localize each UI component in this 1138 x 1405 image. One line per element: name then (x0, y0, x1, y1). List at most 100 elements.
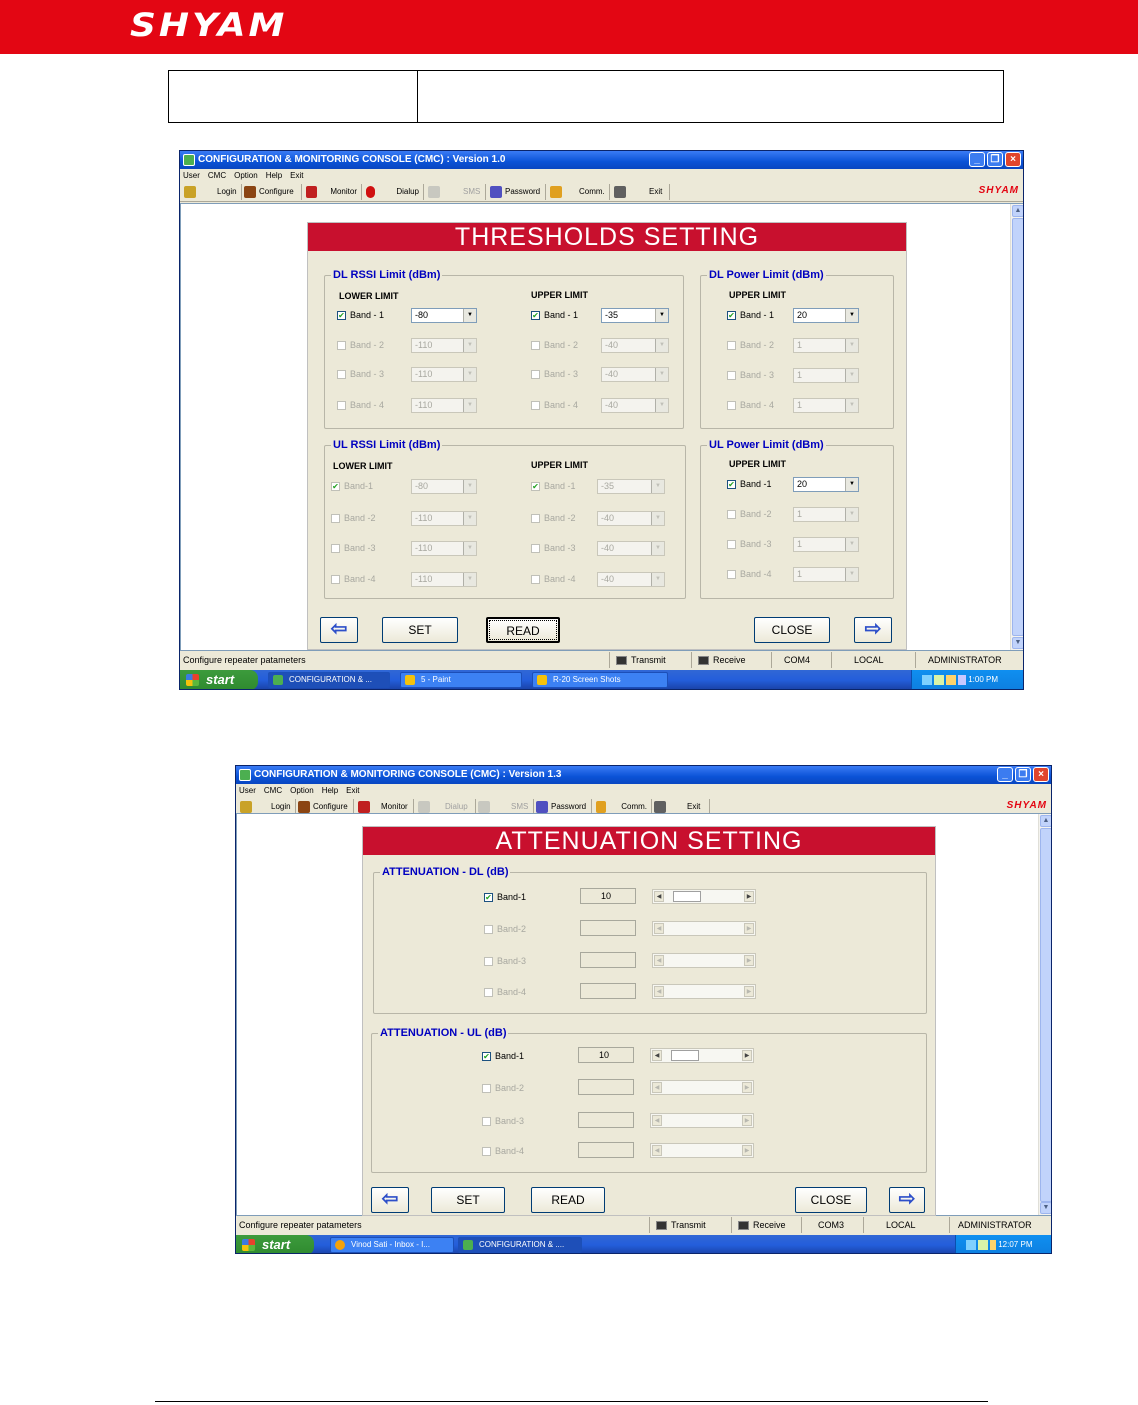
close-button[interactable]: CLOSE (754, 617, 830, 643)
chevron-down-icon[interactable]: ▼ (651, 542, 664, 555)
value-dropdown[interactable]: -35 ▼ (601, 308, 669, 323)
toolbar-login-button[interactable]: Login (184, 184, 242, 200)
chevron-down-icon[interactable]: ▼ (463, 399, 476, 412)
chevron-right-icon[interactable]: ▶ (742, 1115, 752, 1126)
value-dropdown[interactable]: -110 ▼ (411, 367, 477, 382)
scroll-thumb[interactable] (1012, 218, 1023, 636)
chevron-left-icon[interactable]: ◀ (654, 891, 664, 902)
value-dropdown[interactable]: -40 ▼ (597, 511, 665, 526)
chevron-right-icon[interactable]: ▶ (742, 1050, 752, 1061)
band-checkbox[interactable]: Band -3 (727, 539, 772, 549)
checkbox-box[interactable] (482, 1116, 491, 1126)
chevron-down-icon[interactable]: ▼ (651, 480, 664, 493)
toolbar-comm-button[interactable]: Comm. (550, 184, 610, 200)
back-arrow-button[interactable]: ⇦ (371, 1187, 409, 1213)
checkbox-box[interactable]: ✔ (484, 892, 493, 902)
toolbar-configure-button[interactable]: Configure (244, 184, 302, 200)
value-dropdown[interactable]: -40 ▼ (597, 541, 665, 556)
restore-button[interactable]: ❐ (987, 152, 1003, 167)
checkbox-box[interactable]: ✔ (482, 1051, 491, 1061)
taskbar-item[interactable]: CONFIGURATION & .... (458, 1237, 582, 1253)
band-checkbox[interactable]: Band - 2 (727, 340, 774, 350)
checkbox-box[interactable]: ✔ (331, 481, 340, 491)
checkbox-box[interactable] (337, 369, 346, 379)
next-arrow-button[interactable]: ⇨ (854, 617, 892, 643)
chevron-right-icon[interactable]: ▶ (744, 955, 754, 966)
chevron-left-icon[interactable]: ◀ (652, 1115, 662, 1126)
menu-cmc[interactable]: CMC (208, 169, 226, 182)
toolbar-password-button[interactable]: Password (490, 184, 546, 200)
chevron-left-icon[interactable]: ◀ (652, 1145, 662, 1156)
value-dropdown[interactable]: 1 ▼ (793, 398, 859, 413)
chevron-down-icon[interactable]: ▼ (655, 339, 668, 352)
band-checkbox[interactable]: Band-3 (482, 1116, 524, 1126)
band-checkbox[interactable]: Band -4 (727, 569, 772, 579)
checkbox-box[interactable] (337, 340, 346, 350)
attenuation-slider[interactable]: ◀ ▶ (652, 921, 756, 936)
band-checkbox[interactable]: Band - 4 (337, 400, 384, 410)
value-dropdown[interactable]: 1 ▼ (793, 338, 859, 353)
value-dropdown[interactable]: -110 ▼ (411, 338, 477, 353)
checkbox-box[interactable]: ✔ (531, 310, 540, 320)
band-checkbox[interactable]: ✔ Band -1 (531, 481, 576, 491)
band-checkbox[interactable]: Band -2 (727, 509, 772, 519)
set-button[interactable]: SET (431, 1187, 505, 1213)
chevron-down-icon[interactable]: ▼ (845, 508, 858, 521)
menu-exit[interactable]: Exit (290, 169, 303, 182)
band-checkbox[interactable]: Band-2 (484, 924, 526, 934)
band-checkbox[interactable]: ✔ Band -1 (727, 479, 772, 489)
close-window-button[interactable]: × (1033, 767, 1049, 782)
checkbox-box[interactable] (531, 340, 540, 350)
scroll-up-arrow[interactable]: ▲ (1012, 205, 1023, 217)
band-checkbox[interactable]: ✔ Band-1 (484, 892, 526, 902)
chevron-down-icon[interactable]: ▼ (845, 339, 858, 352)
value-dropdown[interactable]: -80 ▼ (411, 308, 477, 323)
checkbox-box[interactable]: ✔ (337, 310, 346, 320)
scroll-down-arrow[interactable]: ▼ (1012, 637, 1023, 649)
band-checkbox[interactable]: Band - 4 (727, 400, 774, 410)
value-dropdown[interactable]: 1 ▼ (793, 368, 859, 383)
chevron-right-icon[interactable]: ▶ (744, 891, 754, 902)
taskbar-item[interactable]: Vinod Sati - Inbox - I... (330, 1237, 454, 1253)
chevron-down-icon[interactable]: ▼ (463, 573, 476, 586)
band-checkbox[interactable]: Band-3 (484, 956, 526, 966)
chevron-down-icon[interactable]: ▼ (463, 542, 476, 555)
checkbox-box[interactable]: ✔ (727, 479, 736, 489)
chevron-right-icon[interactable]: ▶ (744, 986, 754, 997)
band-checkbox[interactable]: Band -2 (331, 513, 376, 523)
value-dropdown[interactable]: -35 ▼ (597, 479, 665, 494)
attenuation-slider[interactable]: ◀ ▶ (652, 953, 756, 968)
value-dropdown[interactable]: 1 ▼ (793, 507, 859, 522)
checkbox-box[interactable] (337, 400, 346, 410)
band-checkbox[interactable]: Band - 3 (337, 369, 384, 379)
menu-option[interactable]: Option (290, 784, 314, 797)
checkbox-box[interactable] (482, 1083, 491, 1093)
checkbox-box[interactable] (482, 1146, 491, 1156)
chevron-left-icon[interactable]: ◀ (654, 955, 664, 966)
checkbox-box[interactable] (331, 574, 340, 584)
taskbar-item[interactable]: 5 - Paint (400, 672, 522, 688)
chevron-down-icon[interactable]: ▼ (845, 478, 858, 491)
read-button[interactable]: READ (531, 1187, 605, 1213)
attenuation-slider[interactable]: ◀ ▶ (650, 1048, 754, 1063)
chevron-right-icon[interactable]: ▶ (742, 1145, 752, 1156)
back-arrow-button[interactable]: ⇦ (320, 617, 358, 643)
menu-help[interactable]: Help (322, 784, 338, 797)
checkbox-box[interactable] (531, 543, 540, 553)
minimize-button[interactable]: _ (969, 152, 985, 167)
attenuation-slider[interactable]: ◀ ▶ (652, 984, 756, 999)
value-dropdown[interactable]: 1 ▼ (793, 537, 859, 552)
attenuation-slider[interactable]: ◀ ▶ (650, 1113, 754, 1128)
band-checkbox[interactable]: Band -3 (531, 543, 576, 553)
value-dropdown[interactable]: -110 ▼ (411, 511, 477, 526)
band-checkbox[interactable]: Band -2 (531, 513, 576, 523)
value-dropdown[interactable]: -80 ▼ (411, 479, 477, 494)
band-checkbox[interactable]: ✔ Band - 1 (727, 310, 774, 320)
chevron-down-icon[interactable]: ▼ (463, 480, 476, 493)
title-bar[interactable]: CONFIGURATION & MONITORING CONSOLE (CMC)… (180, 151, 1023, 169)
chevron-down-icon[interactable]: ▼ (651, 573, 664, 586)
value-dropdown[interactable]: -110 ▼ (411, 398, 477, 413)
vertical-scrollbar[interactable]: ▲ ▼ (1010, 204, 1023, 650)
tray-icons[interactable] (922, 674, 966, 685)
chevron-down-icon[interactable]: ▼ (655, 309, 668, 322)
